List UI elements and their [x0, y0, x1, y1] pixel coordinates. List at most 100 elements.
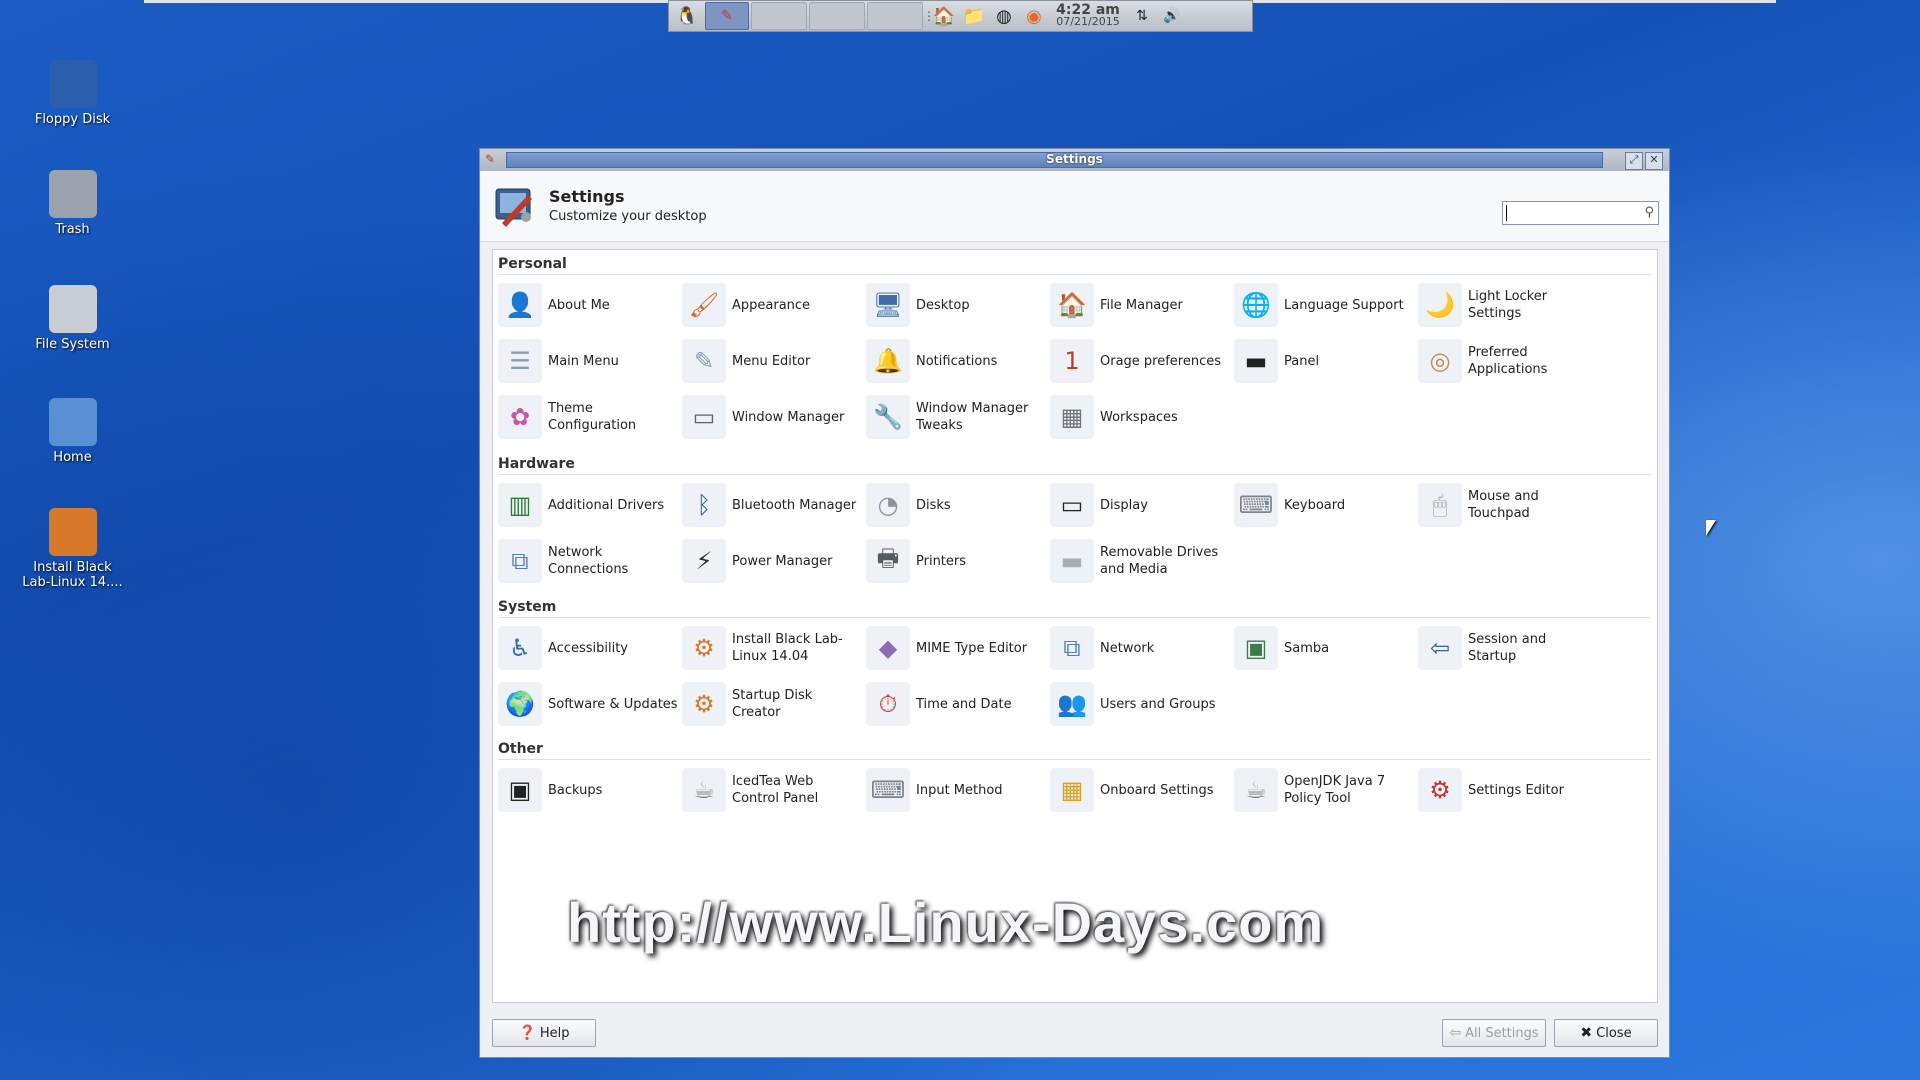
settings-item[interactable]: ▭ Display: [1050, 480, 1230, 530]
settings-item-label: Additional Drivers: [548, 497, 665, 513]
settings-item[interactable]: ⌨ Keyboard: [1234, 480, 1414, 530]
settings-item[interactable]: 🖌 Appearance: [682, 280, 862, 330]
folder-launcher-icon[interactable]: 📁: [959, 3, 989, 29]
settings-item[interactable]: 🔔 Notifications: [866, 336, 1046, 386]
wm-tweaks-icon: 🔧: [866, 395, 910, 439]
file-manager-icon: 🏠: [1050, 283, 1094, 327]
settings-item-label: Keyboard: [1284, 497, 1346, 513]
settings-item[interactable]: ☕ OpenJDK Java 7 Policy Tool: [1234, 765, 1414, 815]
desktop-icon[interactable]: Trash: [20, 170, 125, 237]
accessibility-icon: ♿: [498, 626, 542, 670]
settings-item[interactable]: 🌍 Software & Updates: [498, 679, 678, 729]
settings-item-label: Menu Editor: [732, 353, 811, 369]
bluetooth-icon: ᛒ: [682, 483, 726, 527]
settings-item[interactable]: 🖱 Mouse and Touchpad: [1418, 480, 1598, 530]
settings-item[interactable]: ◆ MIME Type Editor: [866, 623, 1046, 673]
settings-item-label: OpenJDK Java 7 Policy Tool: [1284, 774, 1386, 806]
applications-menu-button[interactable]: 🐧: [672, 3, 702, 29]
settings-item[interactable]: ⚙ Startup Disk Creator: [682, 679, 862, 729]
settings-item[interactable]: ⏱ Time and Date: [866, 679, 1046, 729]
maximize-icon[interactable]: ⤢: [1625, 152, 1643, 170]
backups-icon: ▣: [498, 768, 542, 812]
desktop-icon[interactable]: Floppy Disk: [20, 60, 125, 127]
settings-item[interactable]: ◔ Disks: [866, 480, 1046, 530]
panel-icon: ▬: [1234, 339, 1278, 383]
floppy-disk-icon: [48, 60, 97, 108]
settings-item[interactable]: ⧉ Network: [1050, 623, 1230, 673]
settings-item[interactable]: ⇦ Session and Startup: [1418, 623, 1598, 673]
display-icon: ▭: [1050, 483, 1094, 527]
settings-item[interactable]: ▣ Backups: [498, 765, 678, 815]
desktop-icon-label: File System: [35, 337, 110, 352]
settings-item-label: Window Manager: [732, 409, 845, 425]
home-launcher-icon[interactable]: 🏠: [929, 3, 959, 29]
all-settings-button[interactable]: ⇦ All Settings: [1442, 1019, 1546, 1047]
settings-item[interactable]: ▣ Samba: [1234, 623, 1414, 673]
settings-item[interactable]: ▭ Window Manager: [682, 392, 862, 442]
taskbar-settings-window[interactable]: ✎: [705, 2, 749, 30]
desktop-icon-label: Floppy Disk: [34, 112, 111, 127]
session-icon: ⇦: [1418, 626, 1462, 670]
firefox-icon[interactable]: ◉: [1019, 3, 1049, 29]
settings-item[interactable]: ✿ Theme Configuration: [498, 392, 678, 442]
taskbar-window-slot[interactable]: [809, 2, 865, 30]
settings-item-label: Software & Updates: [548, 696, 678, 712]
section-title-system: System: [498, 599, 557, 615]
settings-item-label: Window Manager Tweaks: [916, 401, 1029, 433]
clock[interactable]: 4:22 am 07/21/2015: [1049, 3, 1127, 28]
settings-item[interactable]: 🔧 Window Manager Tweaks: [866, 392, 1046, 442]
settings-item[interactable]: 🖶 Printers: [866, 536, 1046, 586]
settings-item[interactable]: ▬ Removable Drives and Media: [1050, 536, 1230, 586]
settings-item[interactable]: ☕ IcedTea Web Control Panel: [682, 765, 862, 815]
settings-item-label: Appearance: [732, 297, 811, 313]
settings-item[interactable]: ▥ Additional Drivers: [498, 480, 678, 530]
network-status-icon[interactable]: ⇅: [1127, 3, 1157, 29]
settings-item[interactable]: ⚡ Power Manager: [682, 536, 862, 586]
help-button[interactable]: ❓ Help: [492, 1019, 596, 1047]
settings-item[interactable]: 🏠 File Manager: [1050, 280, 1230, 330]
settings-item[interactable]: ♿ Accessibility: [498, 623, 678, 673]
settings-item-label: Printers: [916, 553, 967, 569]
settings-item[interactable]: ⧉ Network Connections: [498, 536, 678, 586]
settings-item[interactable]: ⌨ Input Method: [866, 765, 1046, 815]
workspaces-icon: ▦: [1050, 395, 1094, 439]
settings-item[interactable]: ⚙ Settings Editor: [1418, 765, 1598, 815]
calendar-icon: 1: [1050, 339, 1094, 383]
volume-icon[interactable]: 🔊: [1157, 3, 1187, 29]
settings-item-label: Settings Editor: [1468, 782, 1564, 798]
settings-item[interactable]: 👥 Users and Groups: [1050, 679, 1230, 729]
settings-item[interactable]: ▦ Onboard Settings: [1050, 765, 1230, 815]
desktop-icon[interactable]: File System: [20, 285, 125, 352]
close-icon[interactable]: ✕: [1645, 152, 1663, 170]
browser-launcher-icon[interactable]: ◍: [989, 3, 1019, 29]
settings-item[interactable]: ✎ Menu Editor: [682, 336, 862, 386]
settings-item[interactable]: ▦ Workspaces: [1050, 392, 1230, 442]
settings-item-label: Network Connections: [548, 545, 629, 577]
settings-window: ✎ Settings ⤢ ✕ Settings Customize your d…: [479, 148, 1670, 1058]
taskbar-window-slot[interactable]: [867, 2, 923, 30]
settings-item[interactable]: ▬ Panel: [1234, 336, 1414, 386]
text-caret: [1506, 205, 1507, 221]
taskbar-window-slot[interactable]: [751, 2, 807, 30]
settings-item[interactable]: ᛒ Bluetooth Manager: [682, 480, 862, 530]
mouse-icon: 🖱: [1418, 483, 1462, 527]
settings-item[interactable]: 1 Orage preferences: [1050, 336, 1230, 386]
desktop-icon[interactable]: Install Black Lab-Linux 14....: [20, 508, 125, 590]
close-button[interactable]: ✖ Close: [1554, 1019, 1658, 1047]
window-titlebar[interactable]: ✎ Settings ⤢ ✕: [480, 149, 1669, 171]
search-input[interactable]: ⚲: [1502, 201, 1659, 225]
settings-item[interactable]: 🌙 Light Locker Settings: [1418, 280, 1598, 330]
settings-item-label: Input Method: [916, 782, 1003, 798]
desktop-icon[interactable]: Home: [20, 398, 125, 465]
help-button-label: Help: [539, 1025, 570, 1041]
settings-item-label: Workspaces: [1100, 409, 1178, 425]
search-icon[interactable]: ⚲: [1644, 205, 1654, 220]
settings-item[interactable]: ⚙ Install Black Lab-Linux 14.04: [682, 623, 862, 673]
section-divider: [498, 274, 1651, 275]
settings-item[interactable]: 🌐 Language Support: [1234, 280, 1414, 330]
settings-item[interactable]: 👤 About Me: [498, 280, 678, 330]
settings-tools-icon: [495, 188, 532, 227]
settings-item[interactable]: ◎ Preferred Applications: [1418, 336, 1598, 386]
settings-item[interactable]: 🖥 Desktop: [866, 280, 1046, 330]
settings-item[interactable]: ☰ Main Menu: [498, 336, 678, 386]
